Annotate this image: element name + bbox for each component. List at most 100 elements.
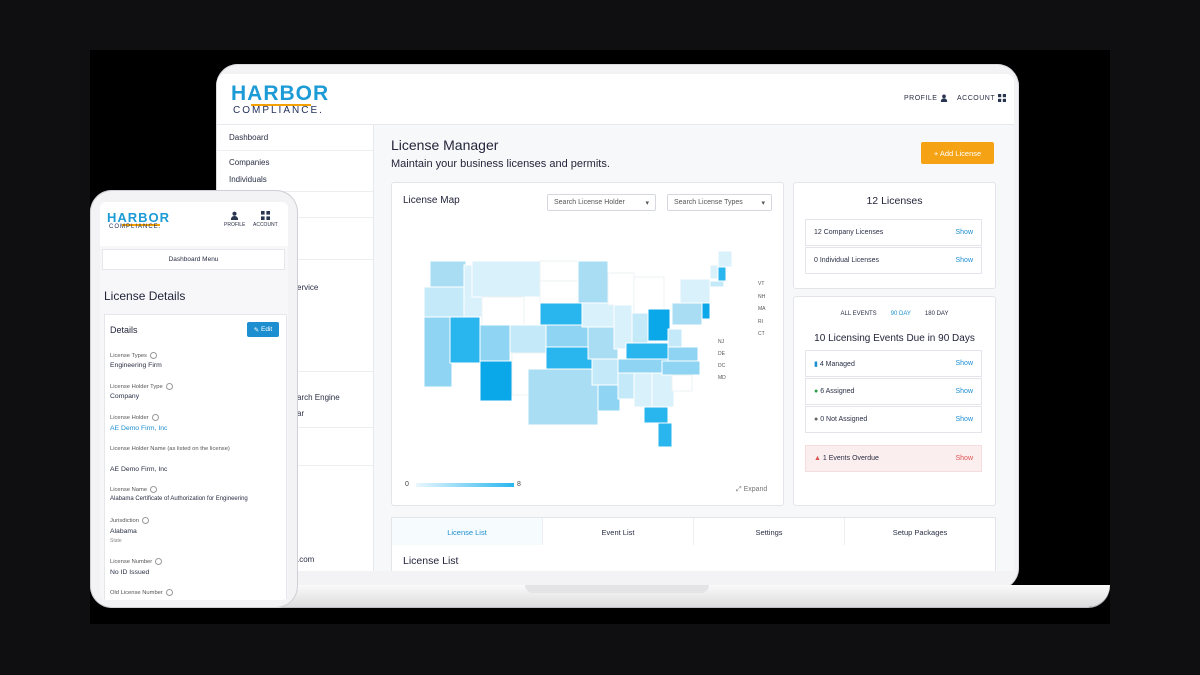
tab-license-list[interactable]: License List [392, 518, 543, 546]
field-label: License Types [110, 352, 240, 360]
show-link[interactable]: Show [955, 455, 973, 462]
logo-harbor[interactable]: HARBOR [231, 82, 329, 106]
map-label-vt: VT [758, 281, 764, 287]
account-link[interactable]: ACCOUNT [957, 94, 1007, 102]
page-title: License Manager [391, 137, 499, 153]
sidebar-divider [217, 150, 373, 151]
phone-screen: HARBOR COMPLIANCE. PROFILE ACCOUNT Dashb… [100, 202, 288, 600]
field-label: License Number [110, 558, 240, 566]
map-state-ar [591, 358, 619, 386]
event-label: 6 Assigned [820, 388, 855, 395]
map-state-mt [471, 260, 541, 298]
details-title: Details [110, 325, 138, 335]
event-row-overdue: ▲ 1 Events Overdue Show [805, 445, 982, 472]
show-link[interactable]: Show [955, 257, 973, 264]
map-state-la [597, 384, 621, 412]
individual-licenses-row: 0 Individual Licenses Show [805, 247, 982, 274]
map-state-ny [679, 278, 711, 304]
profile-label: PROFILE [904, 94, 938, 102]
license-map-title: License Map [403, 195, 460, 206]
field-label: License Holder Type [110, 383, 240, 391]
event-label: 1 Events Overdue [822, 455, 879, 462]
phone-profile-link[interactable]: PROFILE [224, 211, 245, 228]
map-state-sd [539, 280, 579, 304]
map-state-wa [429, 260, 467, 288]
help-icon [142, 517, 149, 524]
sidebar-item-partial[interactable]: ervice [297, 283, 318, 292]
event-row-assigned: ● 6 Assigned Show [805, 378, 982, 405]
map-state-ga [651, 372, 675, 408]
details-card: Details ✎ Edit License Types Engineering… [104, 314, 287, 600]
show-link[interactable]: Show [955, 388, 973, 395]
sidebar-item-partial[interactable]: ar [297, 409, 304, 418]
field-label: Jurisdiction [110, 517, 240, 525]
map-state-az [479, 360, 513, 402]
show-link[interactable]: Show [955, 360, 973, 367]
tab-event-list[interactable]: Event List [543, 518, 694, 546]
map-state-co [509, 324, 547, 354]
help-icon [155, 558, 163, 565]
map-state-pa [671, 302, 703, 326]
map-label-dc: DC [718, 363, 726, 369]
dashboard-menu-button[interactable]: Dashboard Menu [102, 249, 285, 270]
license-types-dropdown[interactable]: Search License Types ▾ [667, 194, 772, 211]
map-state-mn [577, 260, 609, 304]
tab-90-day[interactable]: 90 DAY [891, 311, 911, 317]
chevron-down-icon: ▾ [645, 199, 649, 207]
expand-button[interactable]: ⤢ Expand [736, 486, 767, 494]
map-state-sc [671, 374, 693, 392]
map-state-nj [701, 302, 711, 320]
edit-button[interactable]: ✎ Edit [247, 322, 279, 337]
profile-link[interactable]: PROFILE [904, 94, 948, 102]
tab-settings[interactable]: Settings [694, 518, 845, 546]
map-label-ri: RI [758, 319, 763, 325]
tab-180-day[interactable]: 180 DAY [925, 311, 949, 317]
help-icon [149, 352, 157, 359]
license-list-section: License List [391, 545, 996, 571]
us-map[interactable]: VT NH MA RI CT NJ DE DC MD [392, 243, 783, 473]
tab-all-events[interactable]: ALL EVENTS [841, 311, 877, 317]
field-subvalue: State [110, 538, 122, 544]
legend-max: 8 [517, 481, 521, 488]
grid-icon [260, 211, 270, 220]
sidebar-item-partial[interactable]: arch Engine [297, 393, 340, 402]
map-label-md: MD [718, 375, 726, 381]
field-label: License Holder Name (as listed on the li… [110, 446, 230, 452]
laptop-screen: HARBOR COMPLIANCE. PROFILE ACCOUNT Dashb… [217, 74, 1014, 571]
laptop-notch [525, 585, 709, 593]
map-label-ma: MA [758, 306, 766, 312]
field-value: Engineering Firm [110, 362, 162, 369]
user-icon [231, 211, 239, 220]
map-state-nv [449, 316, 481, 364]
show-link[interactable]: Show [955, 229, 973, 236]
help-icon [165, 383, 173, 390]
phone-logo-harbor[interactable]: HARBOR [107, 210, 170, 225]
field-label: License Name [110, 486, 240, 494]
show-link[interactable]: Show [955, 416, 973, 423]
app-header: HARBOR COMPLIANCE. PROFILE ACCOUNT [217, 74, 1014, 125]
sidebar-item-dashboard[interactable]: Dashboard [229, 133, 268, 142]
tab-setup-packages[interactable]: Setup Packages [845, 518, 995, 546]
company-licenses-label: 12 Company Licenses [814, 229, 884, 236]
edit-label: Edit [261, 326, 273, 333]
sidebar-item-individuals[interactable]: Individuals [229, 175, 267, 184]
add-license-button[interactable]: + Add License [921, 142, 994, 164]
account-label: ACCOUNT [957, 94, 996, 102]
company-licenses-row: 12 Company Licenses Show [805, 219, 982, 246]
building-icon: ▮ [814, 360, 818, 368]
map-state-il [613, 304, 633, 350]
map-state-ne [539, 302, 583, 326]
phone-profile-label: PROFILE [224, 222, 246, 228]
licenses-card: 12 Licenses 12 Company Licenses Show 0 I… [793, 182, 996, 289]
expand-label: Expand [743, 486, 768, 493]
license-holder-dropdown[interactable]: Search License Holder ▾ [547, 194, 656, 211]
license-holder-dropdown-label: Search License Holder [554, 199, 625, 206]
map-label-nj: NJ [718, 339, 725, 345]
events-card: ALL EVENTS 90 DAY 180 DAY 10 Licensing E… [793, 296, 996, 506]
sidebar-item-companies[interactable]: Companies [229, 158, 269, 167]
map-state-ok [545, 346, 593, 370]
license-holder-link[interactable]: AE Demo Firm, Inc [110, 425, 167, 432]
phone-account-link[interactable]: ACCOUNT [253, 211, 278, 228]
user-icon: ● [814, 388, 819, 395]
main-content: License Manager Maintain your business l… [374, 125, 1014, 571]
